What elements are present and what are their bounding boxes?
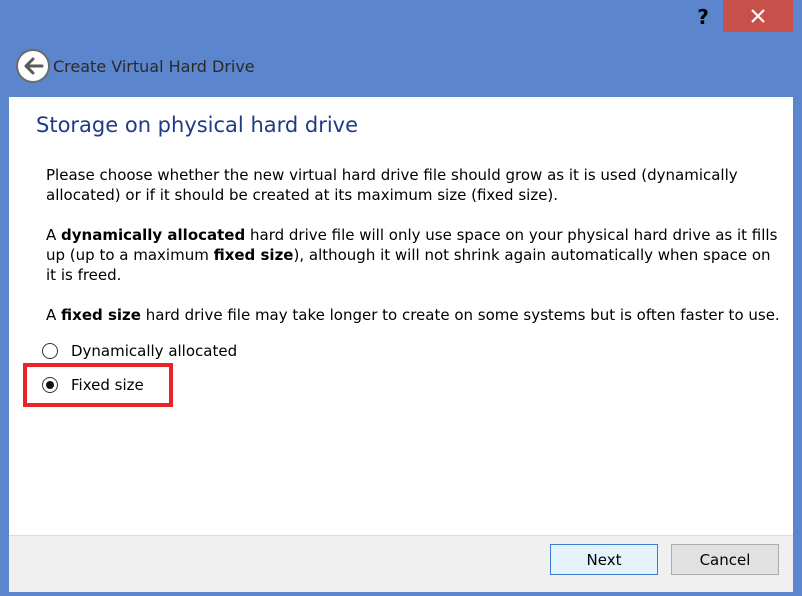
highlight-box (23, 363, 173, 407)
close-button[interactable] (723, 0, 793, 32)
intro-paragraph: Please choose whether the new virtual ha… (46, 166, 738, 204)
radio-dynamically-allocated[interactable]: Dynamically allocated (42, 342, 237, 360)
dynamic-description: A dynamically allocated hard drive file … (46, 226, 778, 284)
dialog-window: ? Create Virtual Hard Drive Storage on p… (0, 0, 802, 596)
radio-button-unchecked[interactable] (42, 343, 58, 359)
wizard-title: Create Virtual Hard Drive (53, 57, 255, 76)
page-title: Storage on physical hard drive (36, 113, 359, 137)
next-button[interactable]: Next (550, 544, 658, 575)
close-icon (751, 9, 765, 23)
back-button[interactable] (15, 48, 51, 84)
back-arrow-icon (16, 49, 50, 83)
radio-label-dynamic: Dynamically allocated (71, 342, 238, 360)
fixed-description: A fixed size hard drive file may take lo… (46, 306, 780, 324)
button-bar: Next Cancel (9, 535, 793, 592)
cancel-button[interactable]: Cancel (671, 544, 779, 575)
help-button[interactable]: ? (690, 4, 716, 30)
wizard-page: Storage on physical hard drive Please ch… (9, 97, 793, 535)
